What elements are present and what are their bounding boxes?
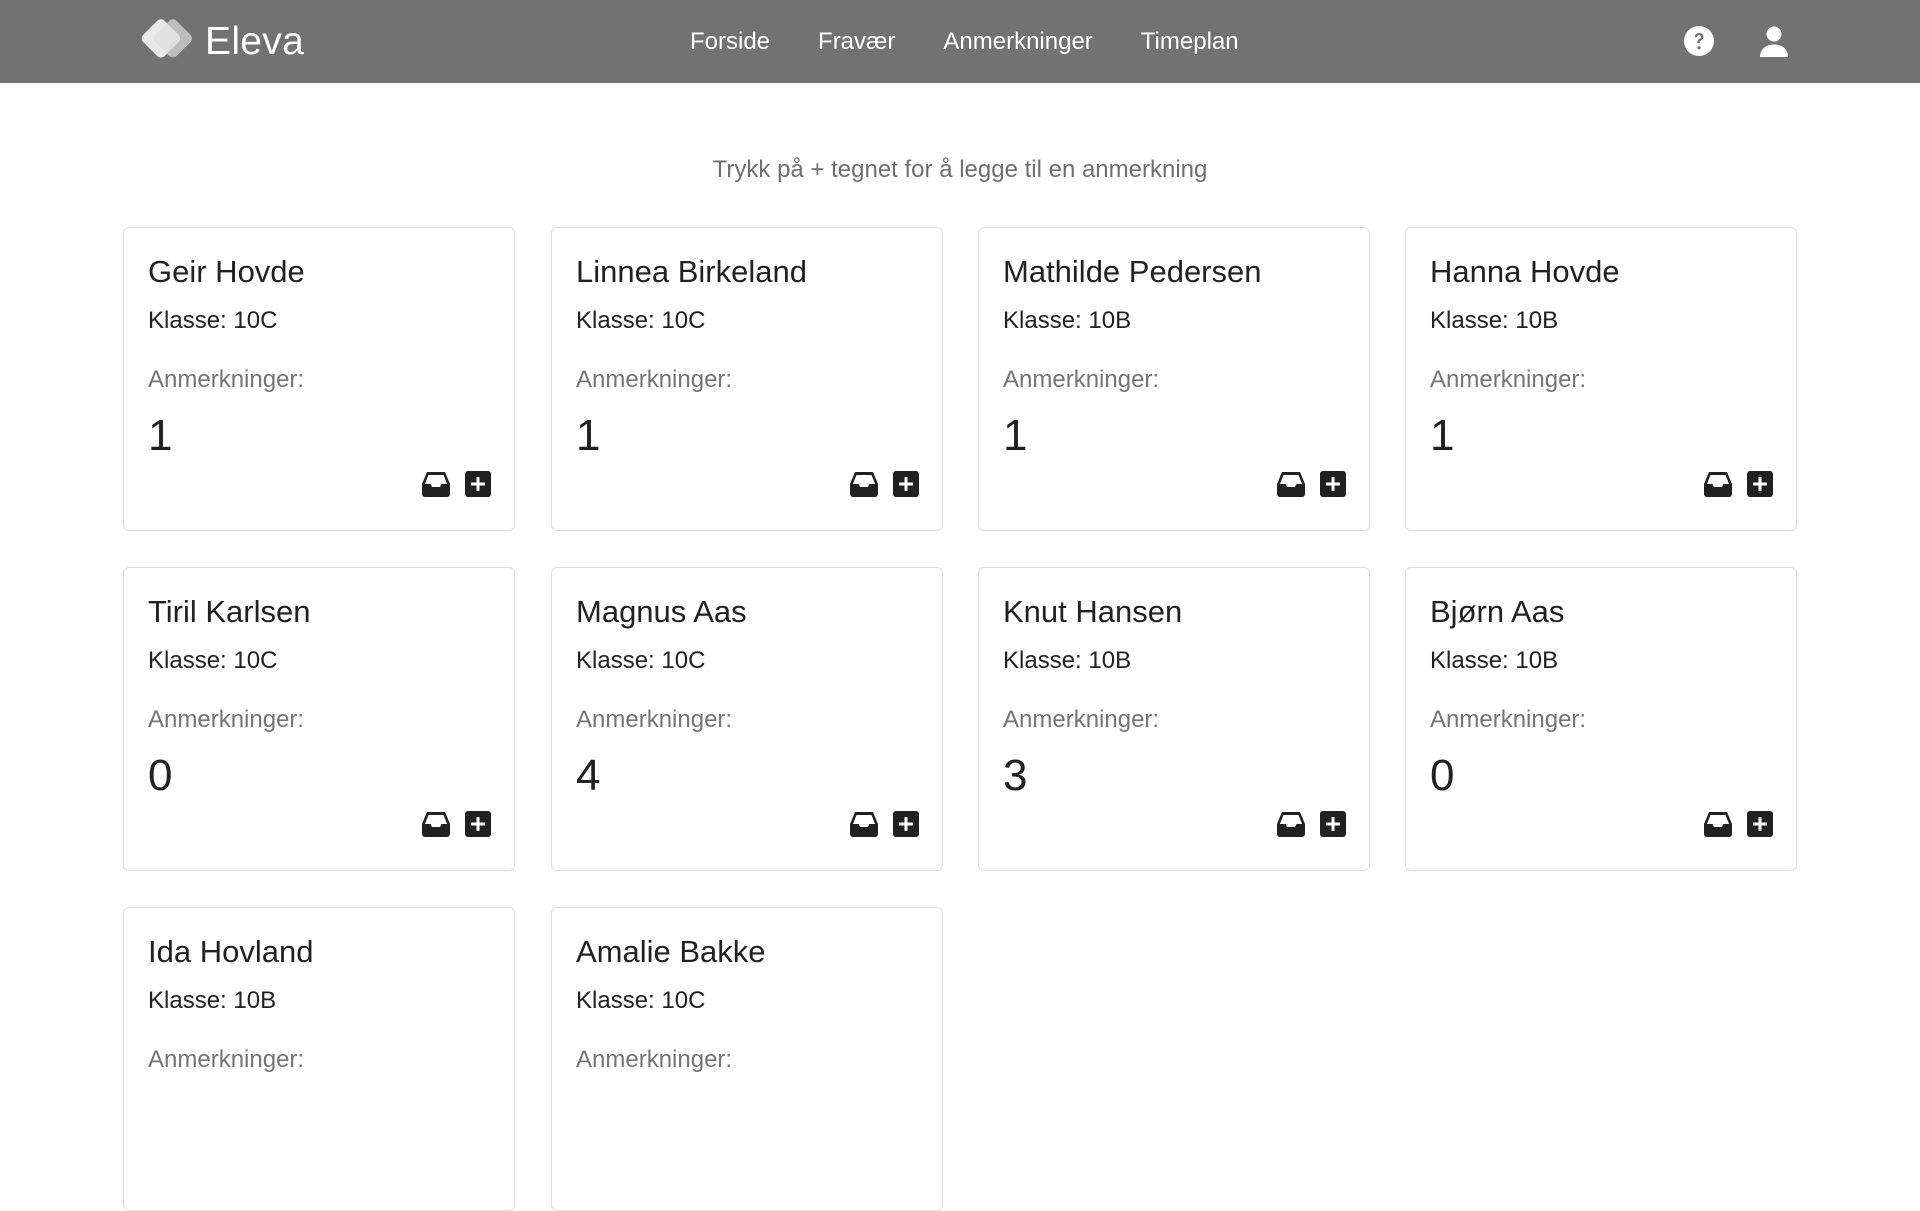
student-name: Bjørn Aas (1430, 594, 1565, 629)
inbox-icon[interactable] (849, 471, 879, 497)
remarks-label: Anmerkninger: (148, 366, 305, 393)
remarks-count: 1 (1430, 411, 1455, 460)
student-name: Linnea Birkeland (576, 254, 807, 289)
brand-link[interactable]: Eleva (137, 14, 304, 70)
card-actions (849, 811, 919, 837)
card-actions (421, 811, 491, 837)
student-card: Geir Hovde Klasse: 10C Anmerkninger: 1 (123, 227, 515, 531)
student-name: Amalie Bakke (576, 934, 766, 969)
inbox-icon[interactable] (1276, 811, 1306, 837)
student-card: Tiril Karlsen Klasse: 10C Anmerkninger: … (123, 567, 515, 871)
student-class: Klasse: 10B (1430, 647, 1559, 674)
card-actions (1276, 811, 1346, 837)
student-class: Klasse: 10B (1430, 307, 1559, 334)
remarks-label: Anmerkninger: (1003, 706, 1160, 733)
add-remark-icon[interactable] (1747, 471, 1773, 497)
student-card: Linnea Birkeland Klasse: 10C Anmerkninge… (551, 227, 943, 531)
remarks-count: 0 (148, 751, 173, 800)
student-name: Tiril Karlsen (148, 594, 311, 629)
remarks-label: Anmerkninger: (1430, 706, 1587, 733)
inbox-icon[interactable] (1703, 811, 1733, 837)
top-navbar: Eleva Forside Fravær Anmerkninger Timepl… (0, 0, 1920, 83)
inbox-icon[interactable] (421, 471, 451, 497)
student-card: Amalie Bakke Klasse: 10C Anmerkninger: (551, 907, 943, 1211)
card-actions (1703, 811, 1773, 837)
eleva-logo-icon (137, 14, 209, 70)
student-card: Magnus Aas Klasse: 10C Anmerkninger: 4 (551, 567, 943, 871)
add-remark-icon[interactable] (893, 811, 919, 837)
main-nav: Forside Fravær Anmerkninger Timeplan (690, 0, 1287, 83)
remarks-label: Anmerkninger: (1003, 366, 1160, 393)
student-class: Klasse: 10C (576, 647, 706, 674)
remarks-count: 3 (1003, 751, 1028, 800)
remarks-label: Anmerkninger: (148, 706, 305, 733)
inbox-icon[interactable] (421, 811, 451, 837)
student-name: Geir Hovde (148, 254, 305, 289)
student-class: Klasse: 10C (148, 647, 278, 674)
card-actions (849, 471, 919, 497)
user-icon[interactable] (1757, 24, 1791, 58)
student-name: Ida Hovland (148, 934, 314, 969)
instruction-text: Trykk på + tegnet for å legge til en anm… (712, 156, 1208, 183)
inbox-icon[interactable] (1276, 471, 1306, 497)
inbox-icon[interactable] (1703, 471, 1733, 497)
add-remark-icon[interactable] (1320, 811, 1346, 837)
student-card: Ida Hovland Klasse: 10B Anmerkninger: (123, 907, 515, 1211)
card-actions (421, 471, 491, 497)
remarks-count: 0 (1430, 751, 1455, 800)
student-class: Klasse: 10C (576, 307, 706, 334)
student-card: Hanna Hovde Klasse: 10B Anmerkninger: 1 (1405, 227, 1797, 531)
card-actions (1703, 471, 1773, 497)
remarks-label: Anmerkninger: (576, 706, 733, 733)
student-class: Klasse: 10C (576, 987, 706, 1014)
inbox-icon[interactable] (849, 811, 879, 837)
add-remark-icon[interactable] (1747, 811, 1773, 837)
student-card: Knut Hansen Klasse: 10B Anmerkninger: 3 (978, 567, 1370, 871)
remarks-label: Anmerkninger: (576, 366, 733, 393)
student-class: Klasse: 10B (1003, 307, 1132, 334)
student-class: Klasse: 10C (148, 307, 278, 334)
add-remark-icon[interactable] (893, 471, 919, 497)
remarks-count: 1 (576, 411, 601, 460)
nav-link-fravaer[interactable]: Fravær (818, 28, 895, 56)
add-remark-icon[interactable] (465, 811, 491, 837)
student-card: Bjørn Aas Klasse: 10B Anmerkninger: 0 (1405, 567, 1797, 871)
remarks-count: 1 (148, 411, 173, 460)
student-name: Hanna Hovde (1430, 254, 1620, 289)
student-card: Mathilde Pedersen Klasse: 10B Anmerkning… (978, 227, 1370, 531)
student-name: Mathilde Pedersen (1003, 254, 1262, 289)
remarks-label: Anmerkninger: (576, 1046, 733, 1073)
remarks-label: Anmerkninger: (148, 1046, 305, 1073)
help-icon[interactable] (1682, 24, 1716, 58)
add-remark-icon[interactable] (465, 471, 491, 497)
nav-link-timeplan[interactable]: Timeplan (1141, 28, 1239, 56)
student-name: Magnus Aas (576, 594, 747, 629)
nav-link-forside[interactable]: Forside (690, 28, 770, 56)
student-class: Klasse: 10B (1003, 647, 1132, 674)
add-remark-icon[interactable] (1320, 471, 1346, 497)
brand-name: Eleva (205, 20, 305, 63)
remarks-count: 4 (576, 751, 601, 800)
student-name: Knut Hansen (1003, 594, 1183, 629)
nav-link-anmerkninger[interactable]: Anmerkninger (943, 28, 1092, 56)
card-actions (1276, 471, 1346, 497)
student-class: Klasse: 10B (148, 987, 277, 1014)
remarks-label: Anmerkninger: (1430, 366, 1587, 393)
remarks-count: 1 (1003, 411, 1028, 460)
